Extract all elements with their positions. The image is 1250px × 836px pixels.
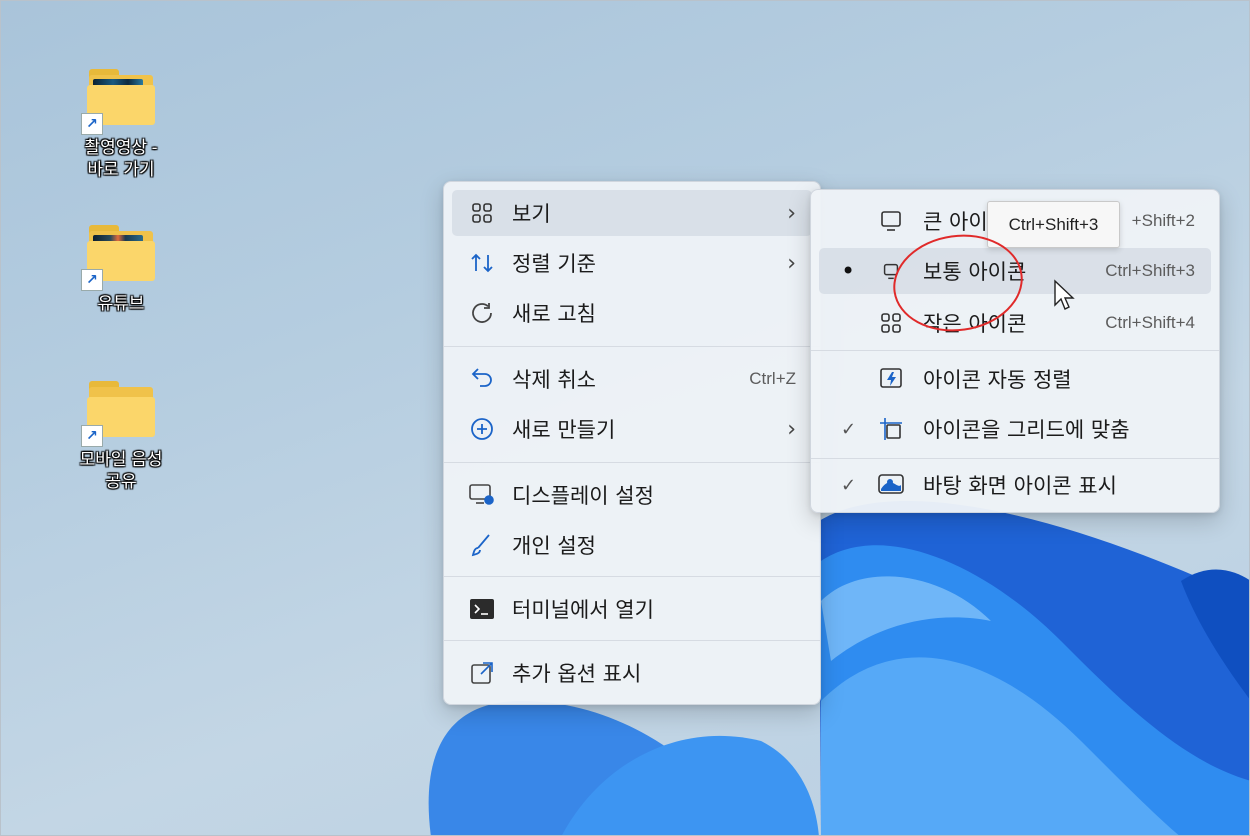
sort-arrows-icon [468,249,496,277]
submenu-item-label: 아이콘 자동 정렬 [923,368,1072,392]
menu-item-label: 디스플레이 설정 [512,484,654,508]
shortcut-arrow-icon: ↗ [81,425,103,447]
menu-separator [811,350,1219,351]
desktop-icon-video-shortcut[interactable]: ↗ 촬영영상 - 바로 가기 [61,69,181,181]
refresh-icon [468,299,496,327]
folder-icon: ↗ [81,381,155,447]
menu-item-sort[interactable]: 정렬 기준 › [452,240,812,286]
chevron-right-icon: › [787,416,796,442]
menu-item-label: 추가 옵션 표시 [512,662,642,686]
menu-item-display-settings[interactable]: 디스플레이 설정 [452,472,812,518]
menu-separator [444,640,820,641]
submenu-item-label: 아이콘을 그리드에 맞춤 [923,418,1130,442]
menu-item-label: 삭제 취소 [512,368,596,392]
menu-item-label: 개인 설정 [512,534,596,558]
menu-item-label: 정렬 기준 [512,252,596,276]
desktop[interactable]: ↗ 촬영영상 - 바로 가기 ↗ 유튜브 ↗ 모바일 음성 공유 보기 › 정렬… [0,0,1250,836]
menu-separator [444,576,820,577]
desktop-icon-youtube[interactable]: ↗ 유튜브 [61,225,181,315]
show-desktop-icons-icon [877,471,905,499]
menu-separator [811,458,1219,459]
bullet-selected-icon: • [841,257,856,285]
monitor-large-icon [877,207,905,235]
terminal-icon [468,595,496,623]
submenu-item-auto-arrange[interactable]: 아이콘 자동 정렬 [819,356,1211,402]
shortcut-arrow-icon: ↗ [81,269,103,291]
plus-circle-icon [468,415,496,443]
submenu-item-small-icons[interactable]: 작은 아이콘 Ctrl+Shift+4 [819,300,1211,346]
menu-item-terminal[interactable]: 터미널에서 열기 [452,586,812,632]
menu-shortcut: Ctrl+Shift+3 [1105,261,1195,280]
menu-item-label: 새로 고침 [512,302,596,326]
menu-separator [444,462,820,463]
desktop-context-menu: 보기 › 정렬 기준 › 새로 고침 삭제 취소 Ctrl+Z 새로 만들기 ›… [443,181,821,705]
submenu-item-align-grid[interactable]: ✓ 아이콘을 그리드에 맞춤 [819,406,1211,452]
menu-item-label: 터미널에서 열기 [512,598,654,622]
shortcut-tooltip: Ctrl+Shift+3 [987,201,1120,248]
menu-shortcut: Ctrl+Shift+4 [1105,313,1195,332]
undo-icon [468,365,496,393]
grid-small-icon [877,309,905,337]
submenu-item-show-desktop-icons[interactable]: ✓ 바탕 화면 아이콘 표시 [819,462,1211,508]
desktop-icon-label: 유튜브 [97,294,145,313]
align-grid-icon [877,415,905,443]
menu-shortcut: +Shift+2 [1131,211,1195,230]
menu-separator [444,346,820,347]
auto-arrange-icon [877,365,905,393]
display-settings-icon [468,481,496,509]
shortcut-arrow-icon: ↗ [81,113,103,135]
menu-item-view[interactable]: 보기 › [452,190,812,236]
chevron-right-icon: › [787,200,796,226]
menu-item-label: 보기 [512,202,551,226]
menu-item-refresh[interactable]: 새로 고침 [452,290,812,336]
desktop-icon-mobile-voice[interactable]: ↗ 모바일 음성 공유 [61,381,181,493]
menu-item-new[interactable]: 새로 만들기 › [452,406,812,452]
folder-icon: ↗ [81,69,155,135]
checkmark-icon: ✓ [841,474,857,496]
menu-item-more-options[interactable]: 추가 옵션 표시 [452,650,812,696]
grid-icon [468,199,496,227]
submenu-item-label: 큰 아이 [923,210,988,234]
desktop-icon-label: 촬영영상 - 바로 가기 [84,138,158,179]
brush-icon [468,531,496,559]
chevron-right-icon: › [787,250,796,276]
desktop-icon-label: 모바일 음성 공유 [79,450,163,491]
open-external-icon [468,659,496,687]
folder-icon: ↗ [81,225,155,291]
menu-item-personalize[interactable]: 개인 설정 [452,522,812,568]
submenu-item-label: 바탕 화면 아이콘 표시 [923,474,1117,498]
checkmark-icon: ✓ [841,418,857,440]
mouse-pointer-icon [1054,279,1075,310]
menu-shortcut: Ctrl+Z [749,369,796,388]
menu-item-label: 새로 만들기 [512,418,616,442]
menu-item-undo[interactable]: 삭제 취소 Ctrl+Z [452,356,812,402]
